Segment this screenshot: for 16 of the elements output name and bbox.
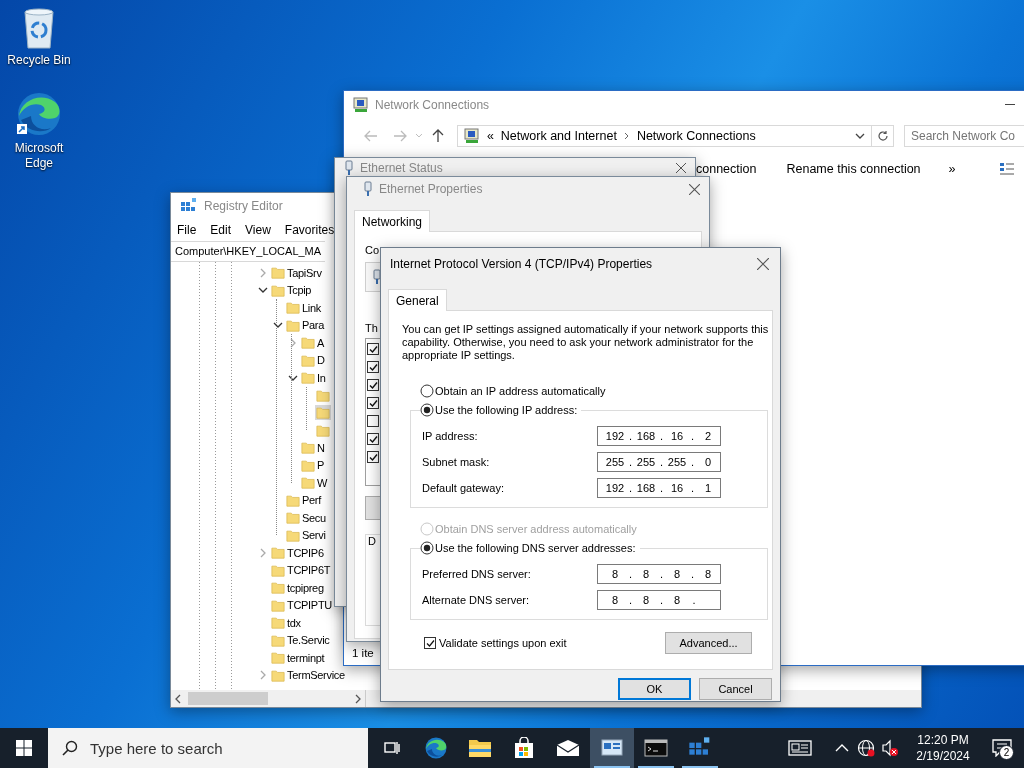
field-label: Co [365, 244, 380, 256]
intro-text: You can get IP settings assigned automatically if your network supports this capability. Otherwise, you need to ask your network administrator for the appropriate IP settings. [402, 323, 770, 362]
group-label: D [368, 535, 376, 547]
window-title: Ethernet Status [360, 161, 443, 175]
field-label: Preferred DNS server: [422, 568, 532, 580]
field-label: IP address: [422, 430, 479, 442]
window-title: Network Connections [375, 98, 490, 112]
field-label: Subnet mask: [422, 456, 491, 468]
window-title: Registry Editor [204, 199, 283, 213]
notification-count: 2 [999, 745, 1014, 760]
window-title: Ethernet Properties [379, 182, 483, 196]
window-title: Internet Protocol Version 4 (TCP/IPv4) Properties [390, 257, 653, 271]
field-label: Alternate DNS server: [422, 594, 530, 606]
field-label: Th [365, 322, 378, 334]
field-label: Default gateway: [422, 482, 505, 494]
status-text: 1 ite [352, 647, 374, 659]
